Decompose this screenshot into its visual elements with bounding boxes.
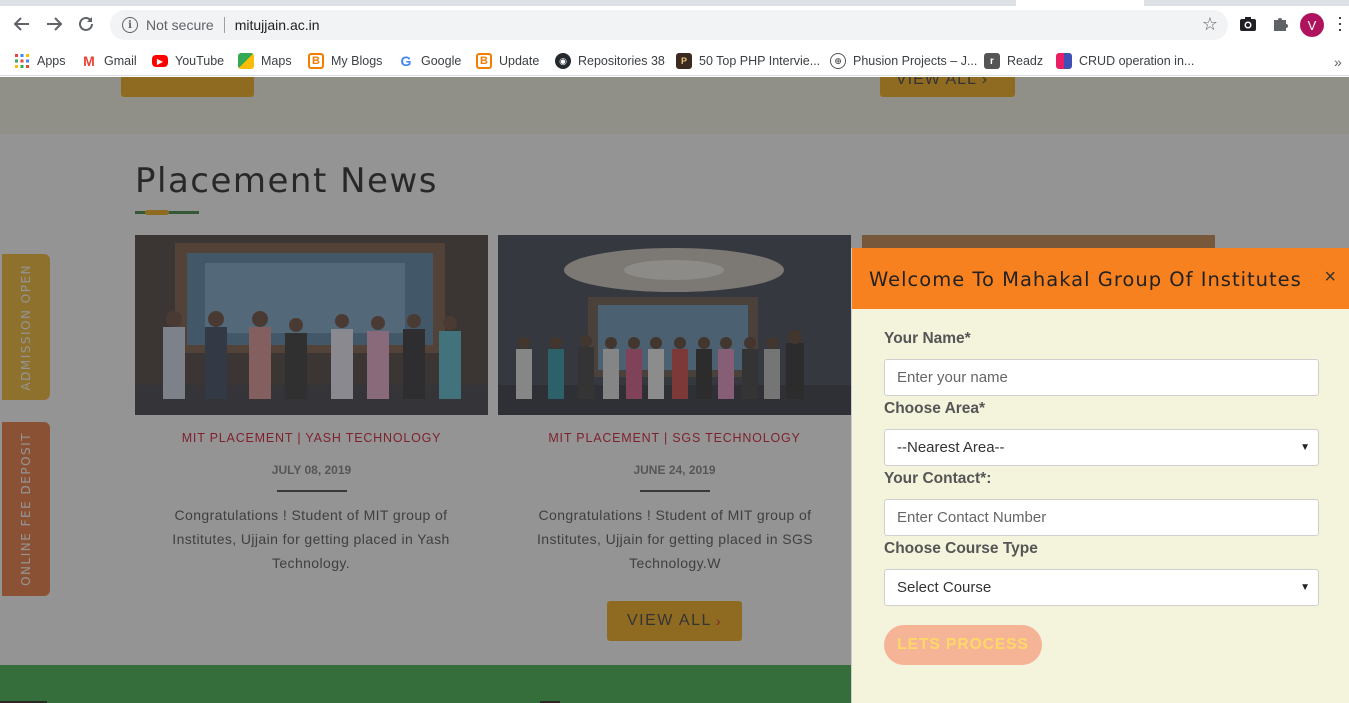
course-select[interactable]: Select Course ▼ bbox=[884, 569, 1319, 606]
apps-grid-icon bbox=[14, 53, 30, 69]
bookmark-phusion[interactable]: ⊕ Phusion Projects – J... bbox=[830, 50, 977, 72]
separator bbox=[223, 17, 225, 33]
area-selected-value: --Nearest Area-- bbox=[897, 439, 1005, 456]
github-icon: ◉ bbox=[555, 53, 571, 69]
previous-view-all-label: VIEW ALL › bbox=[896, 77, 989, 88]
youtube-icon: ▶ bbox=[152, 55, 168, 67]
bookmark-readz[interactable]: r Readz bbox=[984, 50, 1043, 72]
security-label: Not secure bbox=[146, 17, 214, 33]
bookmark-label: YouTube bbox=[175, 54, 225, 68]
php-site-icon: P bbox=[676, 53, 692, 69]
online-fee-deposit-tab[interactable]: ONLINE FEE DEPOSIT bbox=[2, 422, 50, 596]
chevron-down-icon: ▼ bbox=[1300, 582, 1310, 593]
phusion-icon: ⊕ bbox=[830, 53, 846, 69]
bookmark-label: Apps bbox=[37, 54, 66, 68]
bookmark-label: Maps bbox=[261, 54, 292, 68]
news-photo-sgs[interactable] bbox=[498, 235, 851, 415]
bookmark-star-icon[interactable]: ☆ bbox=[1202, 14, 1218, 35]
info-icon[interactable]: i bbox=[122, 17, 138, 33]
news-date-sgs: JUNE 24, 2019 bbox=[633, 463, 716, 477]
name-input[interactable]: Enter your name bbox=[884, 359, 1319, 396]
reload-icon[interactable] bbox=[74, 12, 98, 36]
bookmark-gmail[interactable]: M Gmail bbox=[81, 50, 137, 72]
bookmark-update[interactable]: B Update bbox=[476, 50, 539, 72]
profile-avatar[interactable]: V bbox=[1300, 13, 1324, 37]
area-label: Choose Area* bbox=[884, 400, 986, 417]
bookmark-crud[interactable]: CRUD operation in... bbox=[1056, 50, 1194, 72]
readz-icon: r bbox=[984, 53, 1000, 69]
active-tab[interactable] bbox=[1016, 0, 1144, 6]
news-heading-sgs[interactable]: MIT PLACEMENT | SGS TECHNOLOGY bbox=[498, 431, 851, 445]
bookmark-label: 50 Top PHP Intervie... bbox=[699, 54, 821, 68]
course-label: Choose Course Type bbox=[884, 540, 1038, 557]
bookmark-label: Google bbox=[421, 54, 462, 68]
address-bar[interactable]: i Not secure mitujjain.ac.in ☆ bbox=[110, 10, 1228, 40]
modal-title: Welcome To Mahakal Group Of Institutes bbox=[869, 268, 1302, 291]
bookmark-label: Gmail bbox=[104, 54, 137, 68]
course-selected-value: Select Course bbox=[897, 579, 992, 596]
news-heading-yash[interactable]: MIT PLACEMENT | YASH TECHNOLOGY bbox=[135, 431, 488, 445]
url-text[interactable]: mitujjain.ac.in bbox=[235, 17, 320, 33]
view-all-label: VIEW ALL bbox=[626, 612, 712, 629]
section-title: Placement News bbox=[135, 161, 438, 201]
gmail-icon: M bbox=[83, 53, 95, 69]
browser-menu-icon[interactable]: · · · bbox=[1336, 8, 1344, 38]
bookmarks-overflow-icon[interactable]: » bbox=[1334, 54, 1342, 70]
contact-input[interactable]: Enter Contact Number bbox=[884, 499, 1319, 536]
news-text-yash: Congratulations ! Student of MIT group o… bbox=[172, 507, 450, 571]
extensions-puzzle-icon[interactable] bbox=[1270, 14, 1290, 34]
chevron-down-icon: ▼ bbox=[1300, 442, 1310, 453]
blogger-icon: B bbox=[476, 53, 492, 69]
previous-view-all-button-right[interactable]: VIEW ALL › bbox=[880, 77, 1015, 97]
close-icon[interactable]: × bbox=[1324, 266, 1336, 289]
bookmark-apps[interactable]: Apps bbox=[14, 50, 66, 72]
news-divider bbox=[640, 490, 710, 492]
bookmark-my-blogs[interactable]: B My Blogs bbox=[308, 50, 382, 72]
contact-label: Your Contact*: bbox=[884, 470, 992, 487]
enquiry-modal: Welcome To Mahakal Group Of Institutes ×… bbox=[851, 248, 1349, 703]
bookmark-label: Readz bbox=[1007, 54, 1044, 68]
forward-icon[interactable] bbox=[42, 12, 66, 36]
chevron-right-icon: › bbox=[715, 613, 723, 629]
bookmark-repositories[interactable]: ◉ Repositories 38 bbox=[555, 50, 665, 72]
back-icon[interactable] bbox=[10, 12, 34, 36]
news-photo-yash[interactable] bbox=[135, 235, 488, 415]
admission-open-tab[interactable]: ADMISSION OPEN bbox=[2, 254, 50, 400]
bookmark-maps[interactable]: Maps bbox=[238, 50, 292, 72]
blogger-icon: B bbox=[308, 53, 324, 69]
tab-strip bbox=[0, 0, 1349, 6]
bookmark-label: CRUD operation in... bbox=[1079, 54, 1195, 68]
news-divider bbox=[277, 490, 347, 492]
camera-icon[interactable] bbox=[1238, 14, 1258, 34]
previous-section-band: VIEW ALL › bbox=[0, 77, 1349, 134]
google-icon: G bbox=[400, 53, 412, 69]
previous-view-all-button-left[interactable] bbox=[121, 77, 254, 97]
crud-site-icon bbox=[1056, 53, 1072, 69]
maps-icon bbox=[238, 53, 254, 69]
modal-header: Welcome To Mahakal Group Of Institutes × bbox=[852, 248, 1349, 309]
bookmark-label: Phusion Projects – J... bbox=[853, 54, 978, 68]
bookmark-youtube[interactable]: ▶ YouTube bbox=[152, 50, 224, 72]
admission-open-label: ADMISSION OPEN bbox=[19, 263, 33, 391]
news-text-sgs: Congratulations ! Student of MIT group o… bbox=[537, 507, 813, 571]
bookmarks-bar: Apps M Gmail ▶ YouTube Maps B My Blogs G Goo… bbox=[0, 46, 1349, 76]
bookmark-label: Update bbox=[499, 54, 540, 68]
area-select[interactable]: --Nearest Area-- ▼ bbox=[884, 429, 1319, 466]
name-label: Your Name* bbox=[884, 330, 971, 347]
page-viewport: VIEW ALL › Placement News MIT PLACEMENT … bbox=[0, 77, 1349, 703]
title-underline bbox=[135, 210, 199, 215]
news-date-yash: JULY 08, 2019 bbox=[271, 463, 352, 477]
bookmark-label: Repositories 38 bbox=[578, 54, 665, 68]
bookmark-label: My Blogs bbox=[331, 54, 383, 68]
browser-toolbar: i Not secure mitujjain.ac.in ☆ V · · · bbox=[0, 0, 1349, 46]
view-all-button[interactable]: VIEW ALL › bbox=[607, 601, 742, 641]
bookmark-php-interview[interactable]: P 50 Top PHP Intervie... bbox=[676, 50, 820, 72]
online-fee-deposit-label: ONLINE FEE DEPOSIT bbox=[19, 432, 33, 586]
bookmark-google[interactable]: G Google bbox=[398, 50, 462, 72]
lets-process-button[interactable]: LETS PROCESS bbox=[884, 625, 1042, 665]
